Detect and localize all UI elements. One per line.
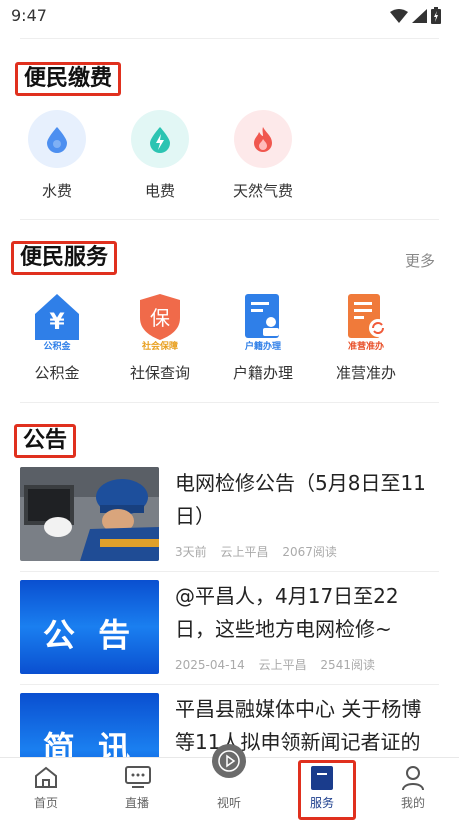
grid-item-water[interactable]: 水费 <box>12 110 102 201</box>
svg-text:保: 保 <box>150 306 170 330</box>
news-meta: 2025-04-14 云上平昌 2541阅读 <box>175 656 385 673</box>
grid-label: 公积金 <box>34 364 80 382</box>
news-source: 云上平昌 <box>220 545 269 559</box>
news-time: 3天前 <box>175 545 207 559</box>
grid-label: 天然气费 <box>232 182 293 200</box>
news-title: 平昌县融媒体中心 关于杨博等11人拟申领新闻记者证的 <box>175 697 422 754</box>
more-link[interactable]: 更多 <box>405 250 435 271</box>
news-title: 电网检修公告（5月8日至11日） <box>175 471 426 528</box>
grid-label: 户籍办理 <box>232 364 293 382</box>
news-reads: 2541阅读 <box>320 658 375 672</box>
battery-icon <box>431 7 441 24</box>
svg-text:户籍办理: 户籍办理 <box>245 340 281 350</box>
grid-item-housing-fund[interactable]: ¥ 公积金 公积金 <box>12 290 102 383</box>
signal-icon <box>412 8 427 23</box>
divider <box>20 38 439 39</box>
housing-fund-icon: ¥ 公积金 <box>27 290 87 352</box>
status-time: 9:47 <box>11 6 47 25</box>
news-item[interactable]: 电网检修公告（5月8日至11日） 3天前 云上平昌 2067阅读 <box>20 467 439 565</box>
tab-label: 我的 <box>400 796 425 810</box>
water-drop-icon <box>28 110 86 168</box>
divider <box>20 684 439 685</box>
grid-item-household[interactable]: 户籍办理 户籍办理 <box>218 290 308 383</box>
grid-label: 水费 <box>41 182 72 200</box>
household-registration-icon: 户籍办理 <box>233 290 293 352</box>
news-thumbnail-brief: 简 讯 <box>20 693 159 757</box>
tab-label: 视听 <box>216 796 241 810</box>
tab-home[interactable]: 首页 <box>11 758 81 817</box>
news-reads: 2067阅读 <box>282 545 337 559</box>
grid-label: 电费 <box>144 182 175 200</box>
news-time: 2025-04-14 <box>175 658 245 672</box>
tab-mine[interactable]: 我的 <box>378 758 448 817</box>
divider <box>20 219 439 220</box>
divider <box>20 571 439 572</box>
flame-icon <box>234 110 292 168</box>
svg-text:社会保障: 社会保障 <box>141 340 178 350</box>
user-icon <box>402 766 424 791</box>
grid-item-electricity[interactable]: 电费 <box>115 110 205 201</box>
section-title-payment: 便民缴费 <box>15 62 122 96</box>
status-icons <box>390 7 441 24</box>
news-item[interactable]: 公 告 @平昌人，4月17日至22日，这些地方电网检修~ 2025-04-14 … <box>20 580 439 678</box>
news-thumbnail-announcement: 公 告 <box>20 580 159 674</box>
play-button[interactable] <box>212 744 246 778</box>
svg-text:准营准办: 准营准办 <box>348 340 384 350</box>
news-source: 云上平昌 <box>258 658 307 672</box>
grid-item-social-security[interactable]: 保 社会保障 社保查询 <box>115 290 205 383</box>
news-title: @平昌人，4月17日至22日，这些地方电网检修~ <box>175 584 399 641</box>
lightning-icon <box>131 110 189 168</box>
grid-item-gas[interactable]: 天然气费 <box>218 110 308 201</box>
business-license-icon: 准营准办 <box>336 290 396 352</box>
status-bar: 9:47 <box>0 0 459 32</box>
active-tab-highlight <box>298 760 356 820</box>
tab-live[interactable]: 直播 <box>102 758 172 817</box>
section-title-services: 便民服务 <box>11 241 118 275</box>
tab-label: 首页 <box>33 796 58 810</box>
tab-label: 直播 <box>124 796 149 810</box>
news-meta: 3天前 云上平昌 2067阅读 <box>175 543 347 560</box>
divider <box>20 402 439 403</box>
svg-text:公积金: 公积金 <box>43 340 71 350</box>
wifi-icon <box>390 8 408 23</box>
grid-item-business-license[interactable]: 准营准办 准营准办 <box>321 290 411 383</box>
play-icon <box>218 750 240 772</box>
section-title-announcements: 公告 <box>14 424 77 458</box>
social-security-icon: 保 社会保障 <box>130 290 190 352</box>
live-tv-icon <box>125 766 151 788</box>
grid-label: 准营准办 <box>335 364 396 382</box>
svg-text:¥: ¥ <box>49 310 65 335</box>
grid-label: 社保查询 <box>129 364 190 382</box>
news-thumbnail-worker <box>20 467 159 561</box>
home-icon <box>35 766 57 788</box>
